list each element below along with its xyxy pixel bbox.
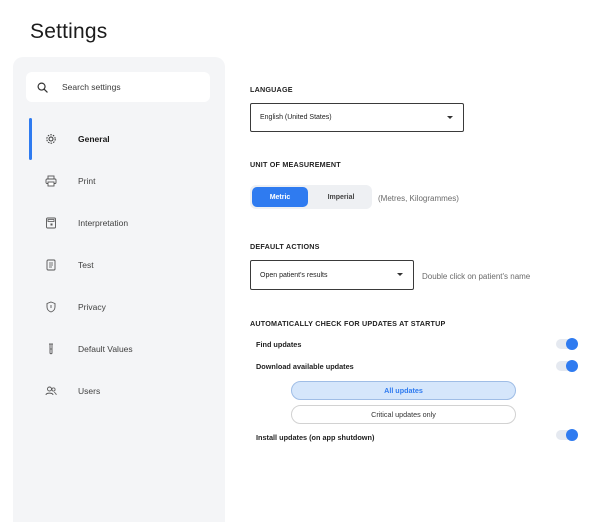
sidebar-item-general[interactable]: General <box>13 118 225 160</box>
page-title: Settings <box>30 20 108 43</box>
language-select-value: English (United States) <box>260 114 332 121</box>
find-updates-toggle[interactable] <box>556 338 578 350</box>
search-icon <box>37 82 48 93</box>
default-actions-section-title: DEFAULT ACTIONS <box>250 242 320 251</box>
install-updates-label: Install updates (on app shutdown) <box>256 433 375 442</box>
default-action-hint: Double click on patient's name <box>422 272 531 281</box>
test-tube-icon <box>45 343 57 355</box>
find-updates-label: Find updates <box>256 340 302 349</box>
metric-option[interactable]: Metric <box>252 187 308 207</box>
sidebar-item-test[interactable]: Test <box>13 244 225 286</box>
chevron-down-icon <box>397 273 403 276</box>
sidebar-item-label: Interpretation <box>78 218 129 228</box>
sidebar-item-label: Users <box>78 386 101 396</box>
language-section-title: LANGUAGE <box>250 85 293 94</box>
sidebar: General Print Interpretation Test Privac… <box>13 57 225 522</box>
unit-hint: (Metres, Kilogrammes) <box>378 194 459 203</box>
document-icon <box>45 259 57 271</box>
sidebar-item-default-values[interactable]: Default Values <box>13 328 225 370</box>
gear-icon <box>45 133 57 145</box>
search-box[interactable] <box>26 72 210 102</box>
toggle-knob <box>566 429 578 441</box>
printer-icon <box>45 175 57 187</box>
unit-segmented-control: Metric Imperial <box>250 185 372 209</box>
language-select[interactable]: English (United States) <box>250 103 464 132</box>
users-icon <box>45 385 57 397</box>
sidebar-item-label: Privacy <box>78 302 106 312</box>
sidebar-item-label: General <box>78 134 110 144</box>
sidebar-item-label: Default Values <box>78 344 133 354</box>
updates-section-title: AUTOMATICALLY CHECK FOR UPDATES AT START… <box>250 319 446 328</box>
download-updates-label: Download available updates <box>256 362 354 371</box>
sidebar-item-users[interactable]: Users <box>13 370 225 412</box>
shield-icon <box>45 301 57 313</box>
calculator-icon <box>45 217 57 229</box>
default-action-select[interactable]: Open patient's results <box>250 260 414 290</box>
critical-updates-option[interactable]: Critical updates only <box>291 405 516 424</box>
unit-section-title: UNIT OF MEASUREMENT <box>250 160 341 169</box>
sidebar-item-label: Test <box>78 260 94 270</box>
sidebar-item-print[interactable]: Print <box>13 160 225 202</box>
toggle-knob <box>566 360 578 372</box>
default-action-select-value: Open patient's results <box>260 271 328 279</box>
chevron-down-icon <box>447 115 453 119</box>
all-updates-option[interactable]: All updates <box>291 381 516 400</box>
toggle-knob <box>566 338 578 350</box>
install-updates-toggle[interactable] <box>556 429 578 441</box>
imperial-option[interactable]: Imperial <box>312 187 370 207</box>
sidebar-item-interpretation[interactable]: Interpretation <box>13 202 225 244</box>
download-updates-toggle[interactable] <box>556 360 578 372</box>
sidebar-item-label: Print <box>78 176 96 186</box>
sidebar-item-privacy[interactable]: Privacy <box>13 286 225 328</box>
search-input[interactable] <box>62 82 192 92</box>
